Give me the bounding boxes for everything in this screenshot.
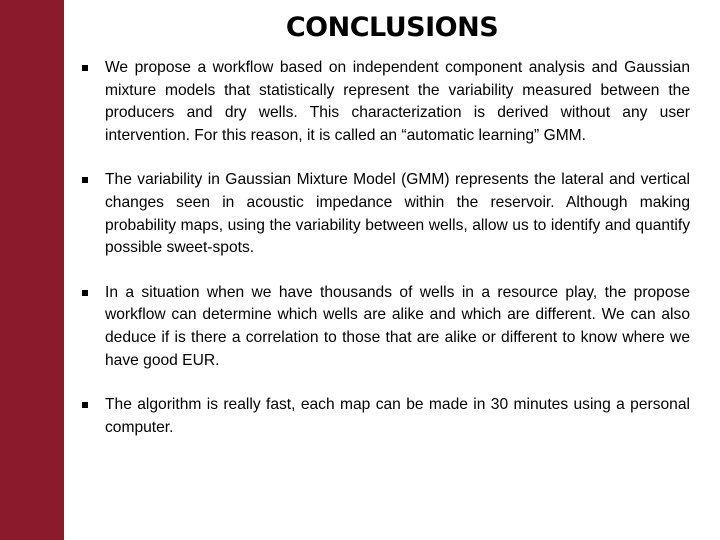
- accent-sidebar: [0, 0, 64, 540]
- square-bullet-icon: [82, 402, 88, 409]
- bullet-text: The variability in Gaussian Mixture Mode…: [105, 171, 690, 257]
- bullet-text: In a situation when we have thousands of…: [105, 283, 690, 369]
- bullet-text: We propose a workflow based on independe…: [105, 59, 690, 144]
- square-bullet-icon: [82, 65, 88, 71]
- bullet-item: We propose a workflow based on independe…: [82, 57, 690, 147]
- square-bullet-icon: [82, 177, 88, 184]
- slide-title: CONCLUSIONS: [285, 12, 499, 43]
- square-bullet-icon: [82, 289, 88, 296]
- bullet-list: We propose a workflow based on independe…: [82, 57, 690, 461]
- bullet-item: The algorithm is really fast, each map c…: [82, 394, 690, 439]
- bullet-item: The variability in Gaussian Mixture Mode…: [82, 169, 690, 259]
- bullet-item: In a situation when we have thousands of…: [82, 282, 690, 372]
- bullet-text: The algorithm is really fast, each map c…: [105, 396, 690, 436]
